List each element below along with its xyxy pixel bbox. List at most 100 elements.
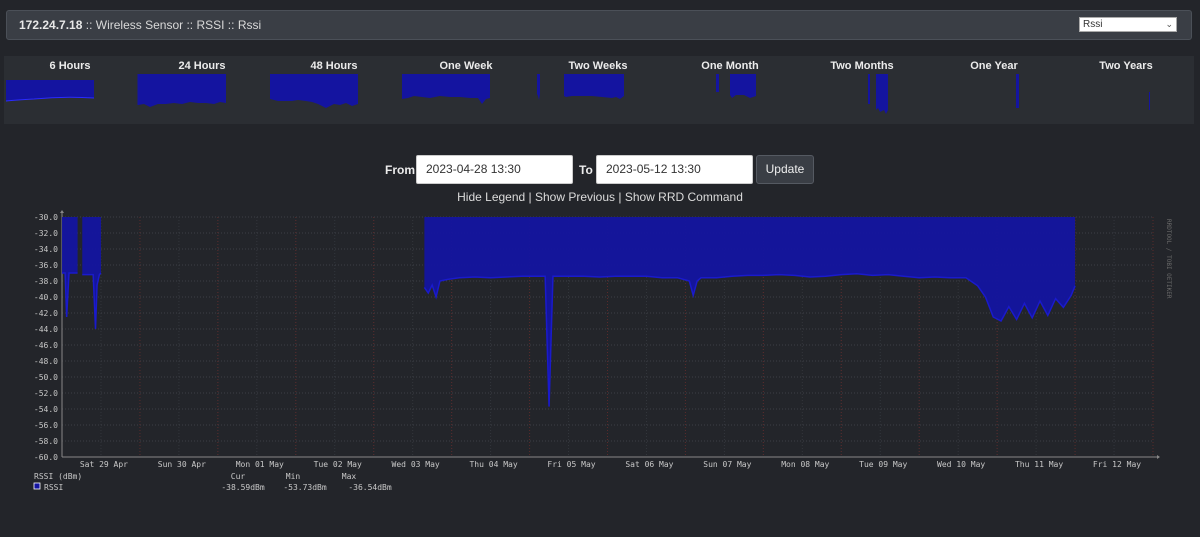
legend-swatch <box>33 482 41 490</box>
legend-value-min: -53.73dBm <box>283 483 327 492</box>
y-axis-arrow <box>60 210 64 213</box>
update-button[interactable]: Update <box>756 155 814 184</box>
y-tick-label: -32.0 <box>34 229 58 238</box>
thumb-title: 6 Hours <box>49 60 91 72</box>
x-tick-label: Sat 29 Apr <box>80 460 128 469</box>
legend-entry-name: RSSI <box>44 483 63 492</box>
y-tick-label: -34.0 <box>34 245 58 254</box>
breadcrumb-sep-3: :: <box>224 18 238 32</box>
y-tick-label: -38.0 <box>34 277 58 286</box>
series-line <box>82 272 102 330</box>
x-tick-label: Mon 01 May <box>236 460 284 469</box>
breadcrumb-group[interactable]: RSSI <box>196 18 224 32</box>
x-tick-label: Wed 03 May <box>392 460 440 469</box>
thumb-48-hours[interactable]: 48 Hours <box>268 56 400 124</box>
y-tick-label: -58.0 <box>34 437 58 446</box>
thumb-24-hours[interactable]: 24 Hours <box>136 56 268 124</box>
x-axis-arrow <box>1157 455 1160 459</box>
y-tick-label: -48.0 <box>34 357 58 366</box>
thumb-sparkline <box>5 80 95 102</box>
thumb-title: One Week <box>439 60 493 72</box>
rssi-graph: -30.0 -32.0 -34.0 -36.0 -38.0 -40.0 -42.0 -44.0… <box>33 210 1172 492</box>
series-area <box>424 217 1076 407</box>
thumb-title: Two Months <box>830 60 894 72</box>
breadcrumb-sep-1: :: <box>82 18 96 32</box>
thumb-title: 24 Hours <box>178 60 226 72</box>
legend-value-max: -36.54dBm <box>348 483 392 492</box>
thumb-sparkline <box>137 74 226 107</box>
thumb-title: 48 Hours <box>310 60 358 72</box>
x-tick-label: Tue 09 May <box>859 460 907 469</box>
from-label: From <box>385 163 415 177</box>
thumb-sparkline <box>1149 92 1150 110</box>
thumb-sparkline <box>402 74 490 104</box>
thumb-title: Two Weeks <box>568 60 628 72</box>
breadcrumb: 172.24.7.18 :: Wireless Sensor :: RSSI :… <box>19 18 261 32</box>
breadcrumb-device[interactable]: Wireless Sensor <box>96 18 183 32</box>
series-area <box>82 217 101 329</box>
y-tick-label: -60.0 <box>34 453 58 462</box>
graph-header-bar: 172.24.7.18 :: Wireless Sensor :: RSSI :… <box>6 10 1192 40</box>
series-line <box>62 272 78 318</box>
from-date-input[interactable]: 2023-04-28 13:30 <box>416 155 573 184</box>
datasource-select-value: Rssi <box>1083 19 1103 30</box>
x-tick-label: Sun 30 Apr <box>158 460 206 469</box>
legend-header: Min <box>286 472 301 481</box>
thumb-sparkline <box>716 74 756 98</box>
legend-value-cur: -38.59dBm <box>221 483 265 492</box>
thumb-title: Two Years <box>1099 60 1153 72</box>
date-range-controls: From 2023-04-28 13:30 To 2023-05-12 13:3… <box>0 155 1200 185</box>
thumb-6-hours[interactable]: 6 Hours <box>4 56 136 124</box>
series-area <box>62 217 78 317</box>
legend-header: Max <box>342 472 357 481</box>
thumb-sparkline <box>1016 74 1019 108</box>
x-tick-label: Thu 04 May <box>469 460 517 469</box>
breadcrumb-graph: Rssi <box>237 18 262 32</box>
x-tick-label: Sat 06 May <box>625 460 673 469</box>
x-tick-label: Fri 05 May <box>547 460 595 469</box>
y-tick-label: -56.0 <box>34 421 58 430</box>
y-tick-label: -44.0 <box>34 325 58 334</box>
y-tick-label: -50.0 <box>34 373 58 382</box>
thumb-sparkline <box>534 74 624 100</box>
x-tick-label: Wed 10 May <box>937 460 985 469</box>
thumb-sparkline <box>868 74 888 114</box>
link-sep: | <box>615 190 625 204</box>
legend-header: Cur <box>231 472 246 481</box>
thumb-two-months[interactable]: Two Months <box>796 56 928 124</box>
thumb-one-month[interactable]: One Month <box>664 56 796 124</box>
y-tick-label: -54.0 <box>34 405 58 414</box>
thumb-title: One Month <box>701 60 759 72</box>
graph-options-links: Hide Legend | Show Previous | Show RRD C… <box>0 190 1200 204</box>
y-tick-label: -42.0 <box>34 309 58 318</box>
y-tick-label: -36.0 <box>34 261 58 270</box>
y-tick-label: -52.0 <box>34 389 58 398</box>
thumb-two-years[interactable]: Two Years <box>1060 56 1192 124</box>
to-label: To <box>579 163 593 177</box>
hide-legend-link[interactable]: Hide Legend <box>457 190 525 204</box>
breadcrumb-host[interactable]: 172.24.7.18 <box>19 18 82 32</box>
link-sep: | <box>525 190 535 204</box>
series-line <box>423 273 1076 407</box>
thumb-sparkline <box>270 74 358 108</box>
x-tick-label: Thu 11 May <box>1015 460 1063 469</box>
x-tick-label: Mon 08 May <box>781 460 829 469</box>
thumb-two-weeks[interactable]: Two Weeks <box>532 56 664 124</box>
to-date-input[interactable]: 2023-05-12 13:30 <box>596 155 753 184</box>
y-tick-label: -30.0 <box>34 213 58 222</box>
thumb-title: One Year <box>970 60 1018 72</box>
timespan-thumbnails: 6 Hours 24 Hours 48 Hours One Week Two W… <box>4 56 1194 124</box>
x-tick-label: Sun 07 May <box>703 460 751 469</box>
thumb-one-week[interactable]: One Week <box>400 56 532 124</box>
datasource-select[interactable]: Rssi ⌄ <box>1079 17 1177 32</box>
show-previous-link[interactable]: Show Previous <box>535 190 615 204</box>
legend-title: RSSI (dBm) <box>34 472 82 481</box>
chevron-down-icon: ⌄ <box>1165 19 1173 29</box>
x-tick-label: Fri 12 May <box>1093 460 1141 469</box>
thumb-one-year[interactable]: One Year <box>928 56 1060 124</box>
y-tick-label: -40.0 <box>34 293 58 302</box>
breadcrumb-sep-2: :: <box>183 18 197 32</box>
rrdtool-watermark: RRDTOOL / TOBI OETIKER <box>1165 219 1172 299</box>
y-tick-label: -46.0 <box>34 341 58 350</box>
show-rrd-command-link[interactable]: Show RRD Command <box>625 190 743 204</box>
